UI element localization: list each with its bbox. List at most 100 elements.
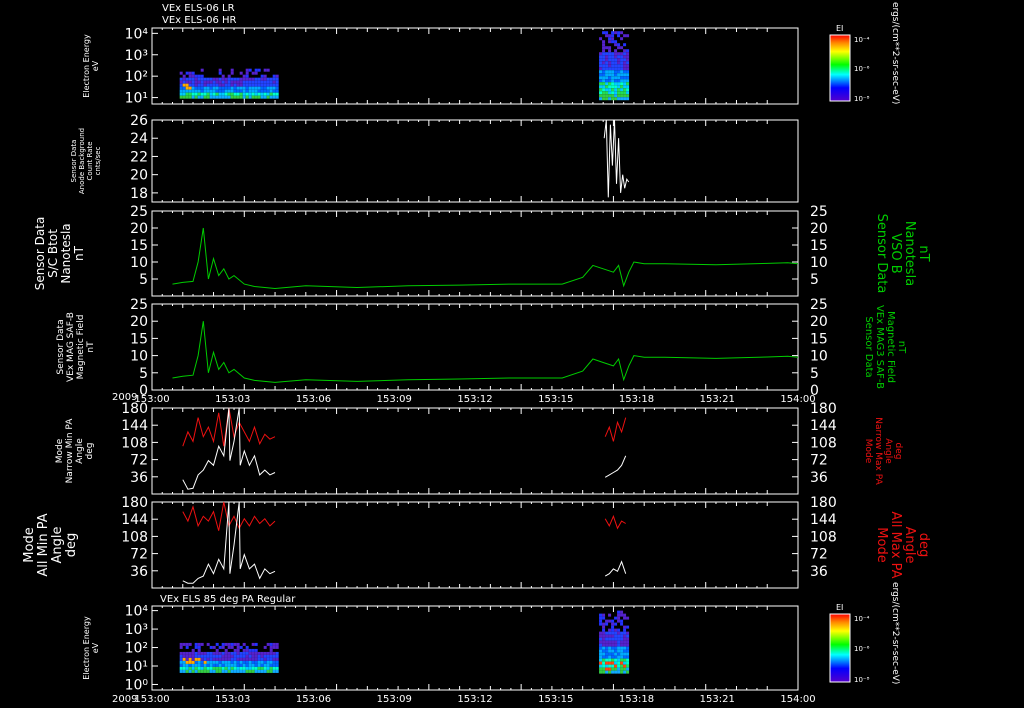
heatmap-cell <box>227 89 231 93</box>
heatmap-cell <box>623 76 627 80</box>
heatmap-cell <box>623 664 627 668</box>
heatmap-cell <box>608 631 612 635</box>
heatmap-cell <box>221 74 225 78</box>
heatmap-cell <box>611 625 615 629</box>
heatmap-cell <box>209 663 213 667</box>
colorbar-top-tick-1: 10⁻⁴ <box>854 36 870 44</box>
heatmap-cell <box>197 657 201 661</box>
rlabel-line: Sensor Data <box>863 316 874 377</box>
series-line-p5-2 <box>604 417 627 442</box>
panel-frame-p6 <box>151 501 799 589</box>
rlabel-line: Angle <box>883 438 893 464</box>
heatmap-cell <box>599 70 603 74</box>
heatmap-cell <box>599 643 603 647</box>
heatmap-cell <box>242 648 246 652</box>
heatmap-cell <box>236 80 240 84</box>
heatmap-cell <box>599 622 603 626</box>
heatmap-cell <box>209 89 213 93</box>
heatmap-cell <box>239 663 243 667</box>
heatmap-cell <box>611 652 615 656</box>
heatmap-cell <box>605 637 609 641</box>
heatmap-cell <box>599 61 603 65</box>
heatmap-cell <box>623 67 627 71</box>
heatmap-cell <box>614 667 618 671</box>
heatmap-cell <box>257 654 261 658</box>
heatmap-cell <box>626 58 630 62</box>
heatmap-cell <box>602 70 606 74</box>
heatmap-cell <box>194 86 198 90</box>
heatmap-cell <box>197 80 201 84</box>
heatmap-cell <box>617 67 621 71</box>
heatmap-cell <box>212 77 216 81</box>
heatmap-cell <box>218 89 222 93</box>
heatmap-cell <box>200 68 204 72</box>
heatmap-cell <box>605 46 609 50</box>
heatmap-cell <box>614 58 618 62</box>
heatmap-cell <box>617 31 621 35</box>
heatmap-cell <box>614 43 618 47</box>
heatmap-cell <box>224 83 228 87</box>
y-tick-label-right: 108 <box>810 435 837 451</box>
heatmap-cell <box>611 79 615 83</box>
ylabel-p7: Electron Energy eV <box>82 616 100 680</box>
ylabel-p6: Mode All Min PA Angle deg <box>22 513 79 576</box>
heatmap-cell <box>626 79 630 83</box>
heatmap-cell <box>626 655 630 659</box>
heatmap-cell <box>260 86 264 90</box>
heatmap-cell <box>611 619 615 623</box>
heatmap-cell <box>188 654 192 658</box>
heatmap-cell <box>185 83 189 87</box>
heatmap-cell <box>269 83 273 87</box>
heatmap-cell <box>602 43 606 47</box>
heatmap-cell <box>236 642 240 646</box>
heatmap-cell <box>230 95 234 99</box>
heatmap-cell <box>212 645 216 649</box>
heatmap-cell <box>620 82 624 86</box>
heatmap-cell <box>227 660 231 664</box>
heatmap-cell <box>188 86 192 90</box>
heatmap-cell <box>611 55 615 59</box>
heatmap-cell <box>254 642 258 646</box>
heatmap-cell <box>227 642 231 646</box>
heatmap-cell <box>599 619 603 623</box>
heatmap-cell <box>275 80 279 84</box>
heatmap-cell <box>614 76 618 80</box>
heatmap-cell <box>239 77 243 81</box>
rlabel-line: Magnetic Field <box>885 311 896 383</box>
heatmap-cell <box>275 92 279 96</box>
heatmap-cell <box>620 31 624 35</box>
heatmap-cell <box>617 73 621 77</box>
heatmap-cell <box>257 657 261 661</box>
heatmap-cell <box>215 89 219 93</box>
heatmap-cell <box>617 670 621 674</box>
heatmap-cell <box>617 94 621 98</box>
heatmap-cell <box>236 651 240 655</box>
heatmap-cell <box>626 637 630 641</box>
y-tick-label: 25 <box>130 204 148 220</box>
heatmap-cell <box>230 71 234 75</box>
heatmap-cell <box>626 658 630 662</box>
heatmap-cell <box>179 645 183 649</box>
heatmap-cell <box>194 651 198 655</box>
y-tick-label-right: 15 <box>810 238 828 254</box>
heatmap-cell <box>617 52 621 56</box>
y-tick-label-right: 36 <box>810 470 828 486</box>
heatmap-cell <box>251 95 255 99</box>
heatmap-cell <box>626 661 630 665</box>
panel-frame-p5 <box>151 407 799 495</box>
heatmap-cell <box>272 657 276 661</box>
heatmap-cell <box>221 77 225 81</box>
heatmap-cell <box>602 49 606 53</box>
heatmap-cell <box>266 642 270 646</box>
heatmap-cell <box>230 86 234 90</box>
heatmap-cell <box>218 657 222 661</box>
heatmap-cell <box>275 83 279 87</box>
heatmap-cell <box>608 67 612 71</box>
heatmap-cell <box>266 651 270 655</box>
ylabel-line: Electron Energy <box>82 616 91 680</box>
heatmap-cell <box>602 628 606 632</box>
heatmap-cell <box>245 666 249 670</box>
heatmap-cell <box>185 666 189 670</box>
heatmap-cell <box>620 73 624 77</box>
heatmap-cell <box>611 88 615 92</box>
